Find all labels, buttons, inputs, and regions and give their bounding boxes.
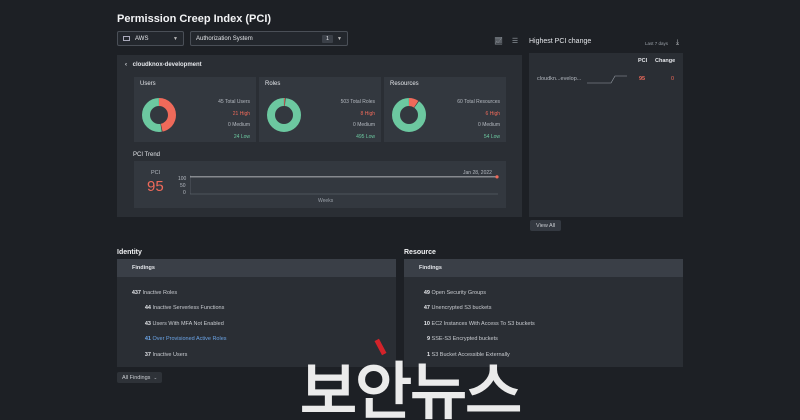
finding-label: Inactive Serverless Functions	[152, 305, 225, 311]
download-icon[interactable]: ⤓	[676, 39, 679, 47]
total-count: 60 Total Resources	[457, 99, 500, 105]
users-donut-chart	[142, 98, 176, 132]
finding-count: 49	[423, 290, 430, 296]
view-all-button[interactable]: View All	[530, 220, 562, 231]
all-findings-dropdown[interactable]: All Findings ⌄	[117, 372, 163, 383]
low-count: 24 Low	[233, 133, 250, 140]
finding-label: Inactive Users	[152, 352, 188, 358]
finding-count: 47	[423, 305, 430, 311]
low-segment	[392, 98, 426, 132]
list-view-icon[interactable]: ☰	[512, 38, 518, 45]
pci-change-row-pci: 95	[639, 76, 646, 82]
finding-row[interactable]: 437 Inactive Roles	[127, 290, 177, 296]
period-label: Last 7 days	[645, 41, 669, 46]
total-count: 503 Total Roles	[340, 99, 375, 105]
finding-count: 37	[144, 352, 151, 358]
findings-header: Findings	[117, 259, 396, 277]
finding-row[interactable]: 44 Inactive Serverless Functions	[127, 305, 225, 311]
line-chart-icon[interactable]: 📈︎	[494, 38, 503, 45]
chevron-left-icon[interactable]: ‹	[125, 62, 127, 68]
x-axis-label: Weeks	[318, 198, 334, 204]
card-stats: 503 Total Roles 8 High 0 Medium 495 Low	[341, 97, 375, 143]
roles-card: Roles 503 Total Roles 8 High 0 Medium 49…	[259, 77, 381, 142]
card-title: Resources	[390, 81, 419, 87]
card-stats: 45 Total Users 21 High 0 Medium 24 Low	[218, 97, 250, 143]
finding-row[interactable]: 49 Open Security Groups	[414, 290, 486, 296]
total-count: 45 Total Users	[218, 99, 250, 105]
breadcrumb-label: cloudknox-development	[132, 62, 202, 68]
resource-section-title: Resource	[404, 249, 436, 256]
all-findings-label: All Findings	[122, 374, 151, 381]
pci-sparkline	[587, 75, 627, 84]
trend-point[interactable]	[495, 175, 499, 179]
breadcrumb[interactable]: ‹ cloudknox-development	[125, 62, 202, 68]
finding-label: Inactive Roles	[142, 290, 178, 296]
authorization-system-dropdown[interactable]: Authorization System 1 ▼	[190, 31, 348, 46]
high-count: 8 High	[360, 110, 375, 117]
col-header-change: Change	[655, 58, 676, 64]
pci-trend-label: PCI Trend	[133, 152, 161, 158]
finding-label: Over Provisioned Active Roles	[152, 336, 227, 342]
pci-label: PCI	[151, 170, 161, 176]
finding-count: 43	[144, 321, 151, 327]
page-title: Permission Creep Index (PCI)	[117, 13, 272, 25]
authorization-system-label: Authorization System	[196, 35, 253, 42]
high-count: 21 High	[232, 110, 250, 117]
medium-count: 0 Medium	[353, 122, 375, 129]
chevron-down-icon: ▼	[173, 35, 178, 42]
highest-pci-change-title: Highest PCI change	[529, 38, 592, 45]
sparkline-line	[587, 75, 627, 84]
chevron-down-icon: ⌄	[153, 374, 158, 380]
card-stats: 60 Total Resources 6 High 0 Medium 54 Lo…	[457, 97, 500, 143]
low-count: 495 Low	[356, 133, 375, 140]
pci-change-row-change: 0	[671, 76, 675, 82]
finding-row-selected[interactable]: 41 Over Provisioned Active Roles	[127, 336, 227, 342]
view-toggle: 📈︎ ☰	[494, 37, 518, 45]
chevron-down-icon: ▼	[337, 35, 342, 42]
finding-count: 437	[131, 290, 141, 296]
high-count: 6 High	[485, 110, 500, 117]
y-tick-50: 50	[180, 183, 186, 189]
finding-count: 44	[144, 305, 151, 311]
finding-count: 10	[423, 321, 430, 327]
cloud-dropdown-value: AWS	[135, 35, 149, 42]
finding-label: Users With MFA Not Enabled	[152, 321, 224, 327]
finding-row[interactable]: 37 Inactive Users	[127, 352, 188, 358]
watermark-logo: 보안뉴스	[300, 355, 522, 420]
card-title: Users	[140, 81, 156, 87]
y-tick-100: 100	[178, 176, 187, 182]
cloud-dropdown[interactable]: AWS ▼	[117, 31, 184, 46]
cloud-provider-icon	[123, 36, 130, 41]
authorization-system-count: 1	[321, 34, 334, 43]
pci-change-row-name[interactable]: cloudkn...evelop...	[537, 76, 581, 82]
medium-count: 0 Medium	[478, 122, 500, 129]
medium-count: 0 Medium	[228, 122, 250, 129]
pci-value: 95	[147, 178, 164, 195]
finding-label: Unencrypted S3 buckets	[431, 305, 492, 311]
y-tick-0: 0	[183, 190, 186, 196]
identity-section-title: Identity	[117, 249, 142, 256]
finding-row[interactable]: 10 EC2 Instances With Access To S3 bucke…	[414, 321, 535, 327]
resources-donut-chart	[392, 98, 426, 132]
col-header-pci: PCI	[638, 58, 648, 64]
resources-card: Resources 60 Total Resources 6 High 0 Me…	[384, 77, 506, 142]
finding-row[interactable]: 43 Users With MFA Not Enabled	[127, 321, 224, 327]
finding-label: Open Security Groups	[431, 290, 486, 296]
finding-label: EC2 Instances With Access To S3 buckets	[431, 321, 535, 327]
users-card: Users 45 Total Users 21 High 0 Medium 24…	[134, 77, 256, 142]
card-title: Roles	[265, 81, 281, 87]
findings-header: Findings	[404, 259, 683, 277]
finding-count: 41	[144, 336, 151, 342]
trend-plot	[190, 175, 499, 195]
low-count: 54 Low	[483, 133, 500, 140]
finding-row[interactable]: 47 Unencrypted S3 buckets	[414, 305, 492, 311]
roles-donut-chart	[267, 98, 301, 132]
